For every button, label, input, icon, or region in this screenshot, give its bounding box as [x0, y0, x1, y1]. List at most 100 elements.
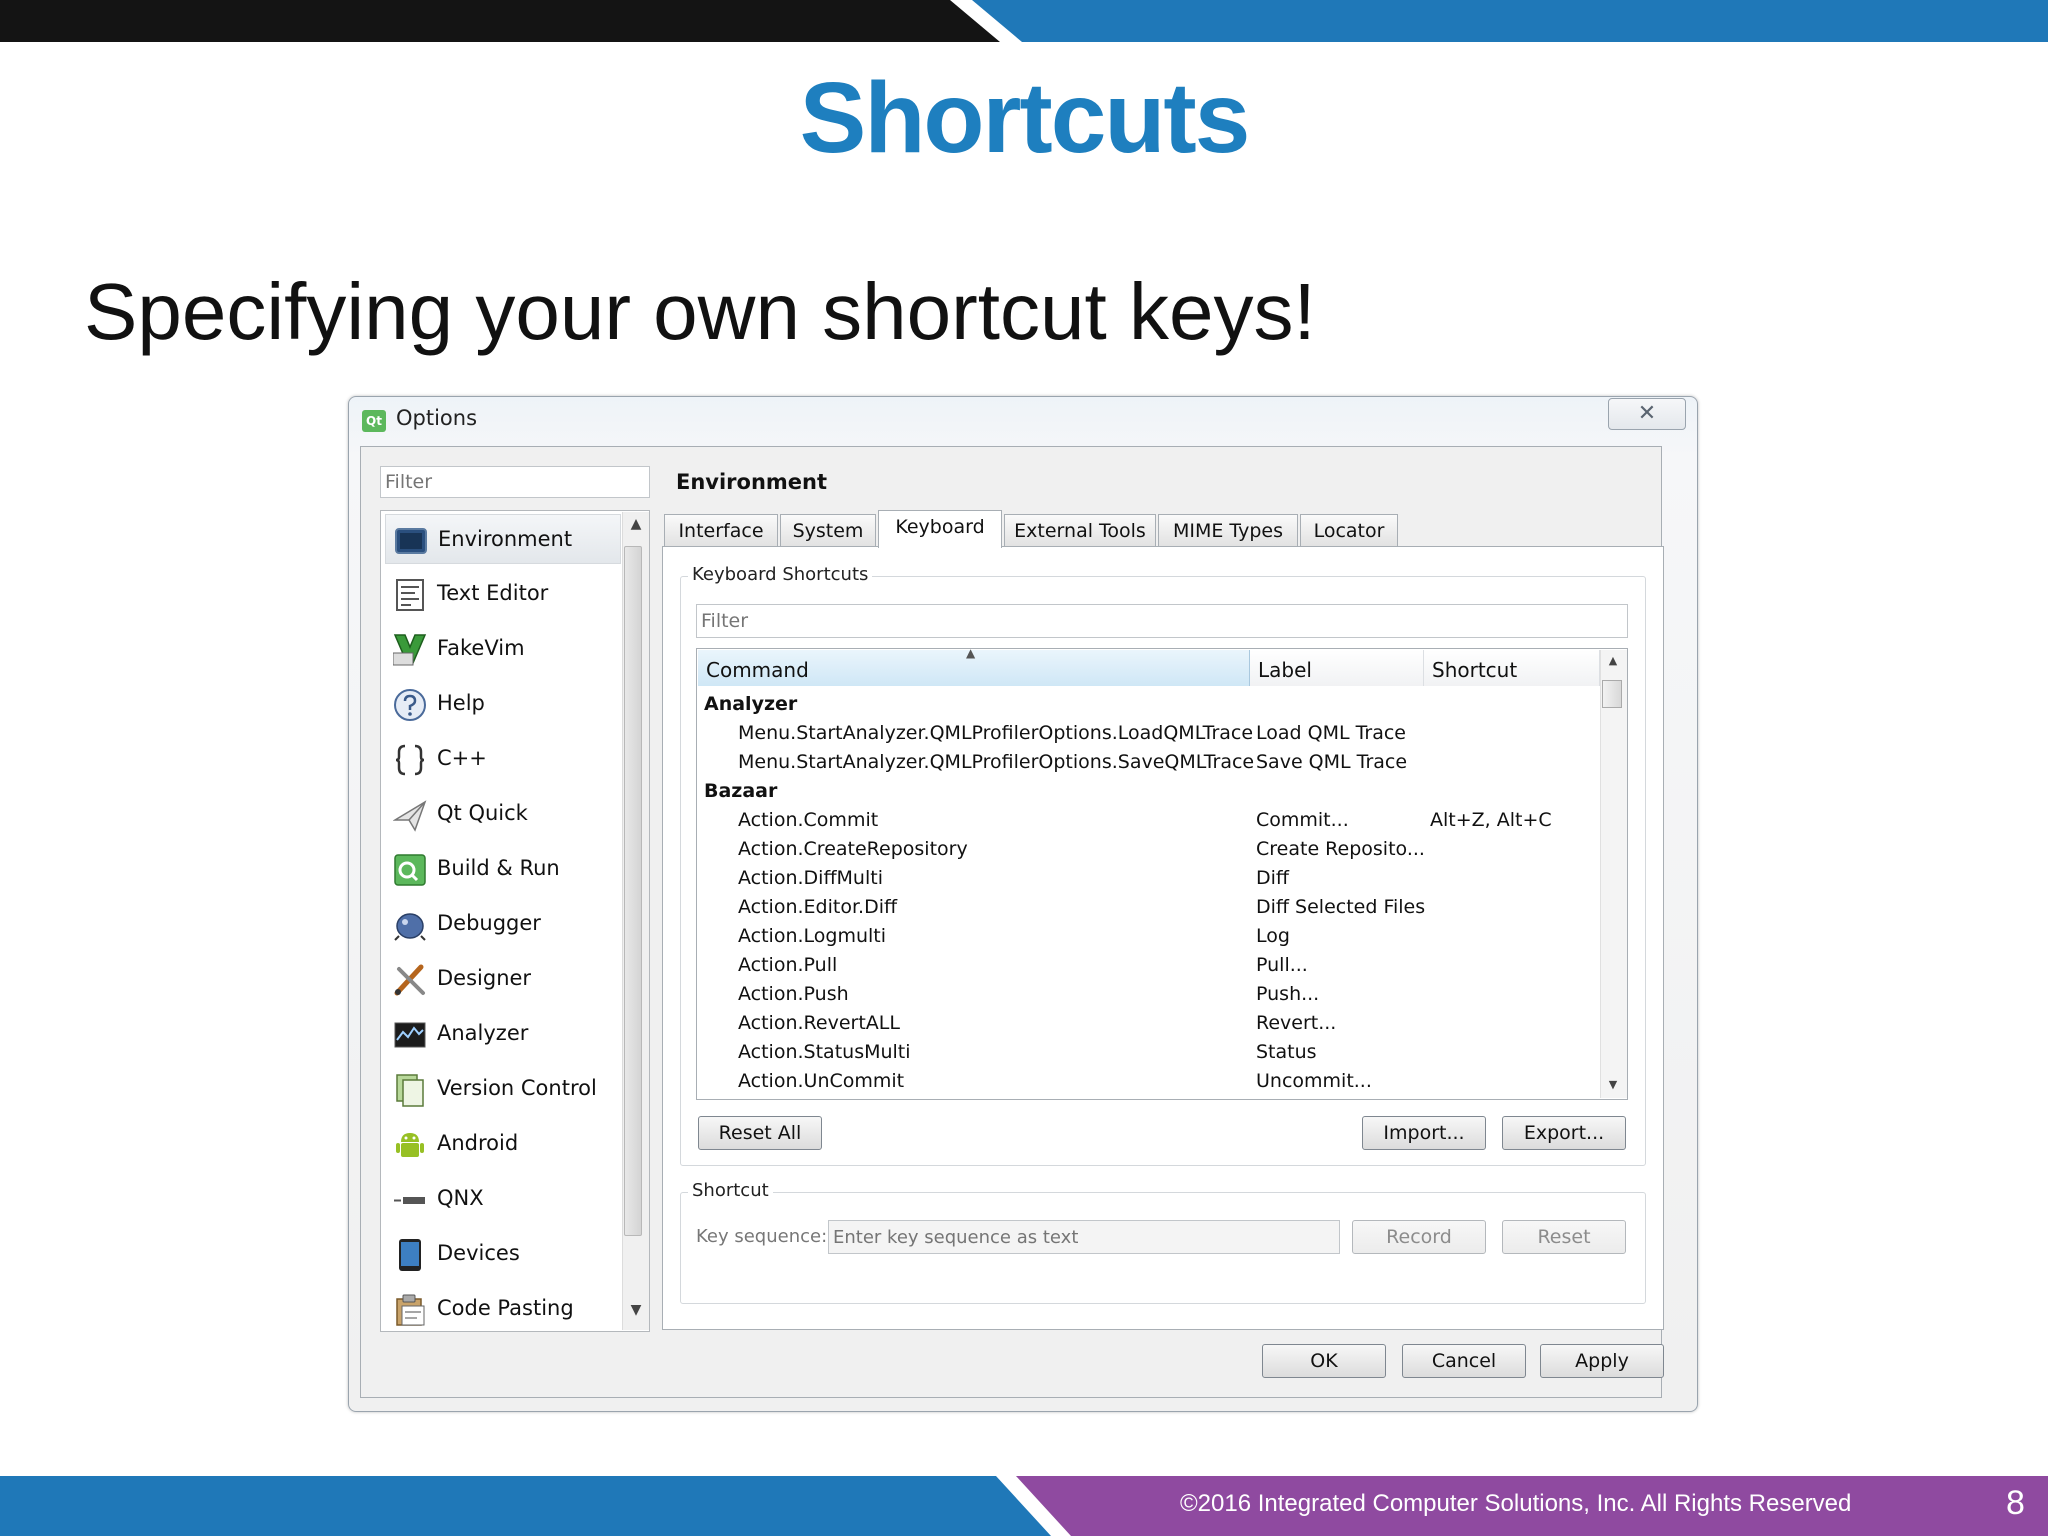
sidebar-item-cpp[interactable]: C++ [385, 734, 621, 784]
sidebar-item-label: Build & Run [437, 856, 560, 880]
shortcut-group-title: Shortcut [688, 1180, 773, 1201]
sidebar-item-label: C++ [437, 746, 487, 770]
close-icon: ✕ [1637, 401, 1657, 426]
sidebar-item-environment[interactable]: Environment [385, 514, 621, 564]
sidebar-item-label: Version Control [437, 1076, 597, 1100]
sidebar-item-fakevim[interactable]: FakeVim [385, 624, 621, 674]
reset-all-button[interactable]: Reset All [698, 1116, 822, 1150]
tab-keyboard[interactable]: Keyboard [878, 510, 1002, 548]
table-row[interactable]: Action.Logmulti Log [698, 922, 1598, 951]
column-header-shortcut[interactable]: Shortcut [1424, 650, 1600, 686]
scroll-down-arrow-icon[interactable]: ▼ [624, 1302, 648, 1318]
scroll-up-arrow-icon[interactable]: ▲ [1601, 654, 1625, 667]
reset-button[interactable]: Reset [1502, 1220, 1626, 1254]
slide-title: Shortcuts [799, 62, 1251, 174]
sidebar-item-devices[interactable]: Devices [385, 1229, 621, 1279]
table-row[interactable]: Action.Push Push... [698, 980, 1598, 1009]
close-button[interactable]: ✕ [1608, 398, 1686, 430]
braces-icon [395, 744, 425, 776]
sidebar-item-label: Qt Quick [437, 801, 528, 825]
paper-plane-icon [393, 800, 427, 832]
dialog-title: Options [396, 406, 478, 430]
import-button[interactable]: Import... [1362, 1116, 1486, 1150]
table-row[interactable]: Action.StatusMulti Status [698, 1038, 1598, 1067]
qnx-icon [394, 1196, 426, 1205]
sidebar-item-label: Code Pasting [437, 1296, 574, 1320]
sidebar-item-version-control[interactable]: Version Control [385, 1064, 621, 1114]
sidebar-item-code-pasting[interactable]: Code Pasting [385, 1284, 621, 1331]
keyboard-shortcuts-group-title: Keyboard Shortcuts [688, 564, 873, 585]
footer-copyright: ©2016 Integrated Computer Solutions, Inc… [1180, 1490, 1852, 1517]
fakevim-icon [393, 634, 427, 666]
text-editor-icon [396, 579, 424, 611]
sidebar-item-designer[interactable]: Designer [385, 954, 621, 1004]
sidebar-item-label: Debugger [437, 911, 541, 935]
android-icon [396, 1133, 424, 1157]
table-row[interactable]: Action.DiffMulti Diff [698, 864, 1598, 893]
code-pasting-icon [396, 1294, 425, 1326]
cancel-button[interactable]: Cancel [1402, 1344, 1526, 1378]
help-icon [394, 689, 426, 721]
tab-locator[interactable]: Locator [1300, 514, 1398, 546]
sidebar-item-qt-quick[interactable]: Qt Quick [385, 789, 621, 839]
sidebar-item-qnx[interactable]: QNX [385, 1174, 621, 1224]
tree-scrollbar[interactable] [1600, 650, 1627, 1098]
monitor-icon [395, 528, 427, 554]
tab-interface[interactable]: Interface [664, 514, 778, 546]
qt-app-icon: Qt [362, 410, 386, 432]
column-header-label[interactable]: Label [1250, 650, 1424, 686]
debugger-icon [394, 913, 426, 941]
sidebar-item-label: Analyzer [437, 1021, 529, 1045]
table-row[interactable]: Action.RevertALL Revert... [698, 1009, 1598, 1038]
sidebar-item-label: Help [437, 691, 485, 715]
slide-header-band [0, 0, 2048, 42]
tab-external-tools[interactable]: External Tools [1004, 514, 1156, 546]
table-row[interactable]: Action.UnCommit Uncommit... [698, 1067, 1598, 1096]
category-list: Environment Text Editor FakeVim Help C++… [380, 510, 650, 1332]
table-row[interactable]: Action.Commit Commit... Alt+Z, Alt+C [698, 806, 1598, 835]
table-row[interactable]: Action.Editor.Diff Diff Selected Files [698, 893, 1598, 922]
sidebar-item-label: Text Editor [437, 581, 549, 605]
sidebar-item-help[interactable]: Help [385, 679, 621, 729]
ok-button[interactable]: OK [1262, 1344, 1386, 1378]
sidebar-item-debugger[interactable]: Debugger [385, 899, 621, 949]
apply-button[interactable]: Apply [1540, 1344, 1664, 1378]
key-sequence-label: Key sequence: [696, 1226, 828, 1247]
shortcut-filter-input[interactable] [696, 604, 1628, 638]
table-row[interactable]: Action.CreateRepository Create Reposito..… [698, 835, 1598, 864]
scroll-down-arrow-icon[interactable]: ▼ [1601, 1078, 1625, 1091]
device-icon [399, 1239, 421, 1271]
sidebar-filter-input[interactable] [380, 466, 650, 498]
record-button[interactable]: Record [1352, 1220, 1486, 1254]
sidebar-scrollbar-thumb[interactable] [624, 546, 642, 1236]
tree-category-row[interactable]: Bazaar [698, 777, 1598, 806]
sidebar-item-label: Designer [437, 966, 532, 990]
sidebar-item-label: Devices [437, 1241, 520, 1265]
table-row[interactable]: Menu.StartAnalyzer.QMLProfilerOptions.Sa… [698, 748, 1598, 777]
sidebar-item-label: Android [437, 1131, 519, 1155]
key-sequence-input[interactable] [828, 1220, 1340, 1254]
slide-subtitle: Specifying your own shortcut keys! [84, 267, 1316, 356]
version-control-icon [396, 1074, 424, 1107]
tree-scrollbar-thumb[interactable] [1602, 680, 1622, 708]
table-row[interactable]: Action.Pull Pull... [698, 951, 1598, 980]
sidebar-item-label: Environment [438, 527, 573, 551]
designer-brush-icon [394, 964, 425, 996]
sidebar-item-android[interactable]: Android [385, 1119, 621, 1169]
export-button[interactable]: Export... [1502, 1116, 1626, 1150]
section-title: Environment [676, 470, 828, 494]
table-row[interactable]: Menu.StartAnalyzer.QMLProfilerOptions.Lo… [698, 719, 1598, 748]
sidebar-item-label: FakeVim [437, 636, 525, 660]
analyzer-icon [394, 1022, 426, 1048]
tab-mime-types[interactable]: MIME Types [1158, 514, 1298, 546]
scroll-up-arrow-icon[interactable]: ▲ [624, 516, 648, 532]
sidebar-item-label: QNX [437, 1186, 484, 1210]
sidebar-item-text-editor[interactable]: Text Editor [385, 569, 621, 619]
tree-category-row[interactable]: Analyzer [698, 690, 1598, 719]
page-number: 8 [2006, 1484, 2025, 1522]
sidebar-item-analyzer[interactable]: Analyzer [385, 1009, 621, 1059]
sidebar-item-build-run[interactable]: Build & Run [385, 844, 621, 894]
tab-system[interactable]: System [780, 514, 876, 546]
build-run-icon [394, 854, 426, 886]
sort-ascending-icon: ▲ [966, 646, 976, 660]
